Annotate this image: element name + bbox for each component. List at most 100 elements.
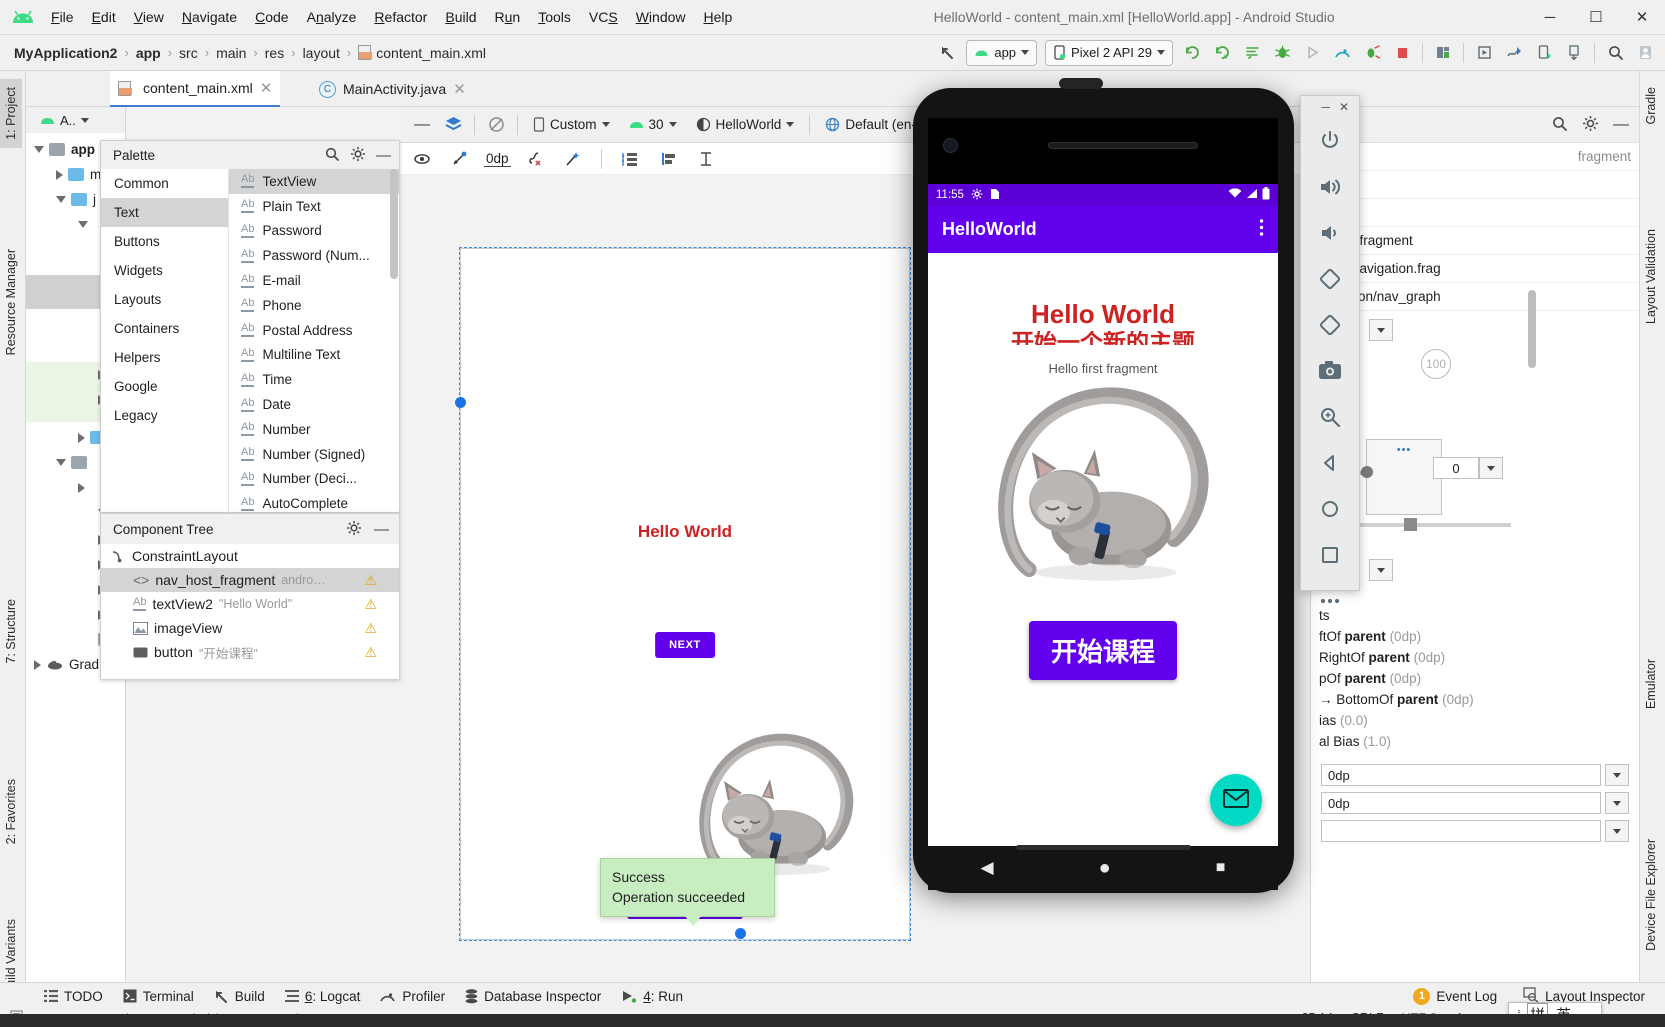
tool-tab-layout-validation[interactable]: Layout Validation — [1640, 221, 1662, 332]
component-tree-row-textview2[interactable]: AbtextView2"Hello World"⚠ — [101, 592, 399, 616]
search-everywhere-icon[interactable] — [1601, 39, 1629, 67]
warning-icon[interactable]: ⚠ — [364, 620, 377, 637]
attribute-row[interactable]: ent — [1311, 171, 1639, 199]
resize-handle-bottom[interactable] — [735, 928, 746, 939]
power-icon[interactable] — [1301, 118, 1359, 164]
minimize-window-button[interactable]: ─ — [1527, 0, 1573, 35]
chevron-right-icon[interactable] — [56, 170, 63, 180]
device-file-explorer-icon[interactable] — [1530, 39, 1558, 67]
device-manager-icon[interactable] — [1470, 39, 1498, 67]
margins-icon[interactable] — [692, 145, 720, 173]
preview-next-button[interactable]: NEXT — [655, 632, 715, 658]
palette-item-number[interactable]: AbNumber — [229, 417, 399, 442]
bias-slider-thumb[interactable] — [1404, 518, 1417, 531]
more-icon[interactable] — [1301, 578, 1359, 624]
nav-home-button[interactable]: ● — [1099, 857, 1111, 880]
guidelines-icon[interactable] — [616, 145, 644, 173]
gear-icon[interactable] — [346, 520, 362, 539]
success-balloon[interactable]: Success Operation succeeded — [600, 858, 775, 917]
search-icon[interactable] — [324, 146, 340, 165]
palette-category-containers[interactable]: Containers — [101, 314, 228, 343]
palette-item-number-deci[interactable]: AbNumber (Deci... — [229, 467, 399, 492]
align-icon[interactable] — [654, 145, 682, 173]
tab-main-activity-java[interactable]: C MainActivity.java ✕ — [311, 71, 474, 107]
profile-icon[interactable] — [1328, 39, 1356, 67]
android-fragment-content[interactable]: Hello World 开始一个新的主题 Hello first fragmen… — [928, 253, 1278, 846]
emulator-start-course-button[interactable]: 开始课程 — [1029, 621, 1177, 680]
minimize-icon[interactable]: ─ — [1321, 100, 1330, 114]
menu-tools[interactable]: Tools — [529, 6, 580, 28]
palette-category-helpers[interactable]: Helpers — [101, 343, 228, 372]
palette-item-autocomplete[interactable]: AbAutoComplete — [229, 491, 399, 514]
screenshot-icon[interactable] — [1301, 348, 1359, 394]
breadcrumb-item-0[interactable]: MyApplication2 — [14, 45, 117, 61]
maximize-window-button[interactable]: ☐ — [1573, 0, 1619, 35]
palette-item-password[interactable]: AbPassword — [229, 219, 399, 244]
tool-tab-favorites[interactable]: 2: Favorites — [0, 771, 22, 852]
palette-category-common[interactable]: Common — [101, 169, 228, 198]
menu-vcs[interactable]: VCS — [580, 6, 627, 28]
resize-handle-left[interactable] — [455, 397, 466, 408]
layout-height-dropdown[interactable] — [1605, 792, 1629, 814]
bias-slider-track[interactable] — [1351, 523, 1511, 527]
close-icon[interactable]: ✕ — [453, 80, 466, 98]
chevron-down-icon[interactable] — [56, 196, 66, 203]
rotate-left-icon[interactable] — [1301, 256, 1359, 302]
menu-analyze[interactable]: Analyze — [298, 6, 366, 28]
warning-icon[interactable]: ⚠ — [364, 572, 377, 589]
palette-item-number-signed[interactable]: AbNumber (Signed) — [229, 442, 399, 467]
gear-icon[interactable] — [1582, 115, 1599, 135]
palette-item-multiline-text[interactable]: AbMultiline Text — [229, 343, 399, 368]
attach-debugger-icon[interactable] — [1358, 39, 1386, 67]
constraint-widget-box[interactable]: ••• — [1366, 439, 1442, 515]
menu-navigate[interactable]: Navigate — [173, 6, 246, 28]
palette-item-e-mail[interactable]: AbE-mail — [229, 268, 399, 293]
component-tree-row-nav-host-fragment[interactable]: <>nav_host_fragmentandro…⚠ — [101, 568, 399, 592]
run-configuration-selector[interactable]: app — [966, 40, 1037, 66]
tool-tab-gradle[interactable]: Gradle — [1640, 79, 1662, 133]
layout-width-field[interactable]: 0dp — [1321, 764, 1601, 786]
tool-tab-structure[interactable]: 7: Structure — [0, 591, 22, 672]
tool-tab-emulator[interactable]: Emulator — [1640, 651, 1662, 717]
layout-height-field[interactable]: 0dp — [1321, 792, 1601, 814]
preview-hello-world-text[interactable]: Hello World — [638, 522, 732, 542]
back-icon[interactable] — [1301, 440, 1359, 486]
more-vert-icon[interactable] — [1259, 218, 1264, 242]
cat-illustration[interactable] — [686, 729, 866, 879]
component-tree-row-constraintlayout[interactable]: ConstraintLayout — [101, 544, 399, 568]
attribute-row[interactable]: _host_fragment — [1311, 227, 1639, 255]
breadcrumb-item-2[interactable]: src — [179, 45, 198, 61]
nav-recents-button[interactable]: ■ — [1216, 859, 1226, 877]
chevron-down-icon[interactable] — [78, 221, 88, 228]
bottom-tool-terminal[interactable]: Terminal — [113, 986, 204, 1007]
sdk-manager-icon[interactable] — [1429, 39, 1457, 67]
user-account-icon[interactable] — [1631, 39, 1659, 67]
component-tree-row-button[interactable]: button"开始课程"⚠ — [101, 640, 399, 664]
attributes-scrollbar[interactable] — [1528, 290, 1536, 368]
palette-category-buttons[interactable]: Buttons — [101, 227, 228, 256]
component-tree-row-imageview[interactable]: imageView⚠ — [101, 616, 399, 640]
layout-width-dropdown[interactable] — [1605, 764, 1629, 786]
attribute-row[interactable]: roidx.navigation.frag — [1311, 255, 1639, 283]
back-arrow-icon[interactable] — [933, 39, 961, 67]
rotate-device-icon[interactable] — [482, 111, 510, 139]
palette-item-time[interactable]: AbTime — [229, 367, 399, 392]
breadcrumb-item-6[interactable]: content_main.xml — [358, 45, 486, 61]
attribute-row[interactable]: avigation/nav_graph — [1311, 283, 1639, 311]
palette-item-date[interactable]: AbDate — [229, 392, 399, 417]
theme-selector[interactable]: HelloWorld — [688, 114, 803, 135]
layout-inspector-icon[interactable] — [1500, 39, 1528, 67]
layers-icon[interactable] — [439, 111, 467, 139]
home-icon[interactable] — [1301, 486, 1359, 532]
event-log-button[interactable]: 1 Event Log — [1403, 985, 1507, 1008]
breadcrumb-item-4[interactable]: res — [265, 45, 284, 61]
menu-edit[interactable]: Edit — [83, 6, 125, 28]
emulator-screen[interactable]: 11:55 HelloWorld — [928, 184, 1278, 846]
breadcrumb-item-1[interactable]: app — [136, 45, 161, 61]
emulator-window[interactable]: 11:55 HelloWorld — [913, 88, 1294, 893]
palette-item-textview[interactable]: AbTextView — [229, 169, 399, 194]
chevron-down-icon[interactable] — [56, 459, 66, 466]
palette-category-text[interactable]: Text — [101, 198, 228, 227]
device-config-selector[interactable]: Custom — [525, 114, 618, 135]
zoom-icon[interactable] — [1301, 394, 1359, 440]
